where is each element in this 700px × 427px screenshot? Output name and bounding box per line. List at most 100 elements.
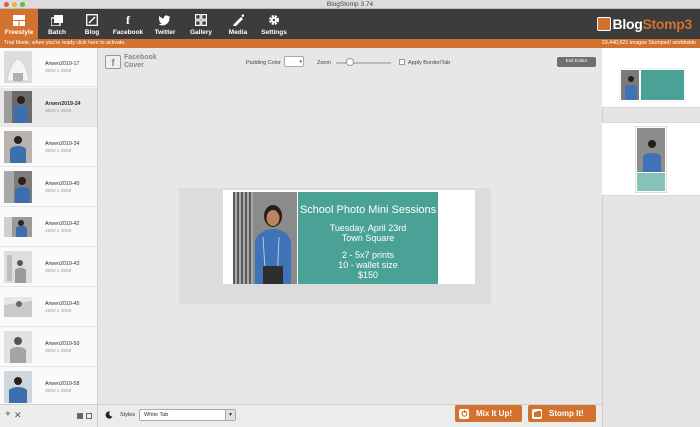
batch-icon bbox=[51, 14, 63, 26]
tab-facebook-label: Facebook bbox=[112, 29, 144, 36]
banner-title: School Photo Mini Sessions bbox=[299, 204, 437, 216]
image-dimensions: 3000 x 4500 bbox=[45, 69, 72, 74]
mix-it-up-button[interactable]: Mix It Up! bbox=[455, 405, 522, 422]
tab-settings[interactable]: Settings bbox=[260, 9, 288, 39]
image-name: Arwen2019-24 bbox=[45, 101, 81, 107]
list-view-icon[interactable] bbox=[86, 413, 92, 419]
exit-editor-button[interactable]: Exit Editor bbox=[557, 57, 596, 67]
blogstomp-logo: BlogStomp3 bbox=[596, 13, 692, 35]
logo-mark-icon bbox=[596, 17, 611, 31]
banner-price: $150 bbox=[357, 270, 379, 280]
logo-prefix: Blog bbox=[612, 16, 643, 32]
image-dimensions: 3000 x 4500 bbox=[45, 389, 72, 394]
zoom-slider[interactable] bbox=[336, 62, 391, 64]
image-list-item[interactable]: Arwen2019-24 3000 x 4500 bbox=[0, 88, 97, 127]
image-list-item[interactable]: Arwen2019-43 3000 x 4500 bbox=[0, 248, 97, 287]
folder-icon bbox=[532, 408, 542, 419]
gallery-icon bbox=[195, 14, 207, 26]
facebook-cover-label: Facebook Cover bbox=[124, 54, 157, 69]
image-list-item[interactable]: Arwen2019-45 4500 x 3000 bbox=[0, 288, 97, 327]
window-title: BlogStomp 3.74 bbox=[326, 1, 374, 8]
apply-border-label: Apply Border/Tab bbox=[408, 60, 451, 66]
tab-settings-label: Settings bbox=[261, 29, 287, 36]
trial-message[interactable]: Trial Mode, when you're ready click here… bbox=[4, 40, 126, 46]
image-name: Arwen2019-17 bbox=[45, 61, 80, 67]
chevron-down-icon: ▾ bbox=[225, 410, 235, 420]
stomped-count: 29,440,621 images Stomped! worldwide bbox=[601, 40, 696, 46]
grid-view-icon[interactable] bbox=[77, 413, 83, 419]
image-name: Arwen2019-58 bbox=[45, 381, 80, 387]
banner-location: Town Square bbox=[341, 233, 395, 243]
tab-twitter-label: Twitter bbox=[154, 29, 176, 36]
trial-banner[interactable]: Trial Mode, when you're ready click here… bbox=[0, 39, 700, 48]
tab-freestyle[interactable]: Freestyle bbox=[0, 9, 38, 39]
image-thumbnail bbox=[4, 217, 32, 237]
tab-media-label: Media bbox=[228, 29, 248, 36]
layout-variation-item[interactable] bbox=[602, 48, 700, 108]
tab-batch-label: Batch bbox=[47, 29, 67, 36]
stomp-it-button[interactable]: Stomp It! bbox=[528, 405, 596, 422]
image-name: Arwen2019-45 bbox=[45, 301, 80, 307]
image-list-item[interactable]: Arwen2019-40 3000 x 4500 bbox=[0, 168, 97, 207]
tab-gallery[interactable]: Gallery bbox=[188, 9, 214, 39]
mix-it-up-label: Mix It Up! bbox=[476, 409, 512, 418]
twitter-icon bbox=[159, 14, 171, 26]
dark-mode-icon[interactable] bbox=[105, 411, 113, 419]
image-name: Arwen2019-34 bbox=[45, 141, 80, 147]
tab-media[interactable]: Media bbox=[224, 9, 252, 39]
banner-date: Tuesday, April 23rd bbox=[329, 223, 407, 233]
image-dimensions: 4500 x 3000 bbox=[45, 309, 72, 314]
padding-color-picker[interactable]: ▾ bbox=[284, 56, 304, 67]
padding-color-label: Padding Color bbox=[246, 60, 281, 66]
image-thumbnail bbox=[4, 297, 32, 317]
mix-icon bbox=[459, 408, 469, 419]
facebook-cover-icon: f bbox=[105, 55, 121, 69]
banner-photo[interactable] bbox=[233, 192, 297, 284]
tab-facebook[interactable]: f Facebook bbox=[110, 9, 146, 39]
layout-variation-item[interactable] bbox=[602, 122, 700, 196]
tab-freestyle-label: Freestyle bbox=[4, 29, 34, 36]
image-list-item[interactable]: Arwen2019-58 3000 x 4500 bbox=[0, 368, 97, 404]
image-list-item[interactable]: Arwen2019-34 3000 x 4500 bbox=[0, 128, 97, 167]
image-list-item[interactable]: Arwen2019-17 3000 x 4500 bbox=[0, 48, 97, 87]
zoom-label: Zoom bbox=[317, 60, 332, 66]
settings-icon bbox=[268, 14, 280, 26]
styles-label: Styles bbox=[120, 412, 135, 418]
image-thumbnail bbox=[4, 91, 32, 123]
image-dimensions: 3000 x 4500 bbox=[45, 269, 72, 274]
image-thumbnail bbox=[4, 131, 32, 163]
tab-batch[interactable]: Batch bbox=[42, 9, 72, 39]
zoom-slider-handle[interactable] bbox=[345, 58, 354, 66]
image-dimensions: 4500 x 3000 bbox=[45, 229, 72, 234]
title-bar: BlogStomp 3.74 bbox=[0, 0, 700, 9]
image-thumbnail bbox=[4, 371, 32, 403]
chevron-down-icon: ▾ bbox=[299, 59, 302, 65]
image-dimensions: 3000 x 4500 bbox=[45, 349, 72, 354]
image-list-toolbar: + ✕ bbox=[0, 404, 98, 427]
image-dimensions: 3000 x 4500 bbox=[45, 189, 72, 194]
tab-twitter[interactable]: Twitter bbox=[150, 9, 180, 39]
image-list-item[interactable]: Arwen2019-50 3000 x 4500 bbox=[0, 328, 97, 367]
image-list-item[interactable]: Arwen2019-42 4500 x 3000 bbox=[0, 208, 97, 247]
add-image-icon[interactable]: + bbox=[5, 410, 11, 420]
main-toolbar: Freestyle Batch Blog f Facebook Twitter … bbox=[0, 9, 700, 39]
tab-blog-label: Blog bbox=[84, 29, 100, 36]
svg-text:f: f bbox=[111, 58, 115, 68]
freestyle-icon bbox=[13, 14, 25, 26]
tab-blog[interactable]: Blog bbox=[80, 9, 104, 39]
image-thumbnail bbox=[4, 51, 32, 83]
styles-select[interactable]: White Tab ▾ bbox=[139, 409, 236, 421]
facebook-icon: f bbox=[126, 12, 130, 27]
image-thumbnail bbox=[4, 171, 32, 203]
image-list-sidebar: Arwen2019-17 3000 x 4500 Arwen2019-24 30… bbox=[0, 48, 98, 404]
logo-suffix: Stomp3 bbox=[642, 16, 692, 32]
apply-border-checkbox[interactable] bbox=[399, 59, 405, 65]
layout-variation-thumbnail bbox=[619, 68, 686, 102]
banner-wallets: 10 - wallet size bbox=[338, 260, 398, 270]
image-name: Arwen2019-50 bbox=[45, 341, 80, 347]
layout-variation-thumbnail bbox=[635, 126, 667, 193]
banner-text-panel[interactable]: School Photo Mini Sessions Tuesday, Apri… bbox=[298, 192, 438, 284]
remove-image-icon[interactable]: ✕ bbox=[14, 410, 22, 420]
stomp-it-label: Stomp It! bbox=[549, 409, 584, 418]
banner-prints: 2 - 5x7 prints bbox=[341, 250, 395, 260]
